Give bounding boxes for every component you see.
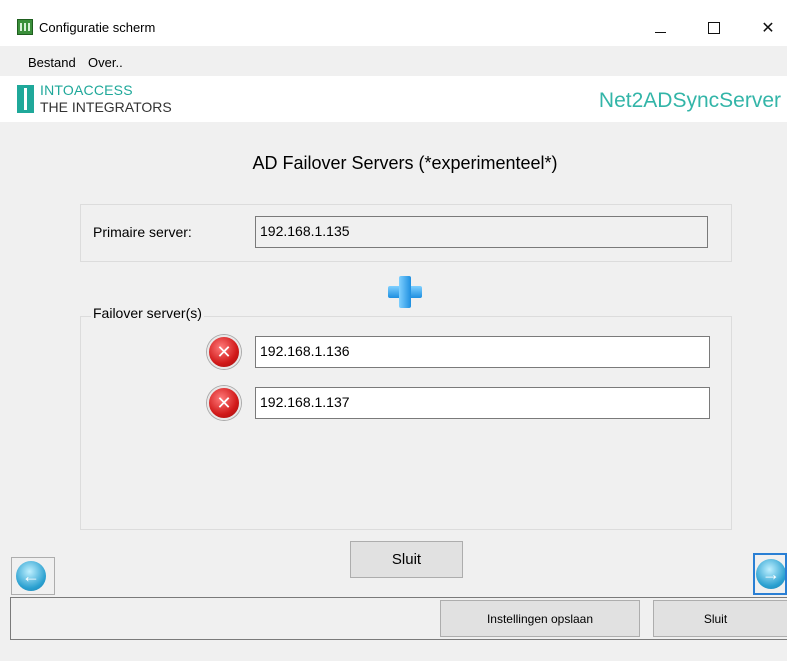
menu-item-over[interactable]: Over.. [88, 55, 123, 70]
maximize-button[interactable] [691, 10, 737, 46]
close-button-bottom[interactable]: Sluit [653, 600, 787, 637]
minimize-icon [654, 31, 666, 33]
failover-row: ✕ 192.168.1.137 [207, 386, 711, 420]
app-grid-icon [17, 19, 33, 35]
failover-legend: Failover server(s) [91, 305, 204, 321]
back-button[interactable]: ← [11, 557, 55, 595]
failover-server-field[interactable]: 192.168.1.137 [255, 387, 710, 419]
primary-server-group: Primaire server: 192.168.1.135 [80, 204, 732, 262]
remove-icon[interactable]: ✕ [207, 335, 241, 369]
title-bar: Configuratie scherm ✕ [0, 0, 787, 46]
menu-item-bestand[interactable]: Bestand [28, 55, 76, 70]
page-title: AD Failover Servers (*experimenteel*) [252, 153, 558, 173]
maximize-icon [708, 22, 720, 34]
failover-row: ✕ 192.168.1.136 [207, 335, 711, 369]
close-dialog-button[interactable]: Sluit [350, 541, 463, 578]
menu-bar: Bestand Over.. [0, 46, 787, 76]
save-settings-button[interactable]: Instellingen opslaan [440, 600, 640, 637]
forward-button[interactable]: → [753, 553, 787, 595]
logo-line1: INTOACCESS [40, 82, 133, 98]
header-band: INTOACCESS THE INTEGRATORS Net2ADSyncSer… [0, 76, 787, 122]
primary-server-field[interactable]: 192.168.1.135 [255, 216, 708, 248]
logo-line2: THE INTEGRATORS [40, 99, 172, 115]
failover-server-field[interactable]: 192.168.1.136 [255, 336, 710, 368]
remove-icon[interactable]: ✕ [207, 386, 241, 420]
close-button[interactable]: ✕ [745, 10, 787, 46]
window-title: Configuratie scherm [39, 20, 156, 35]
close-icon: ✕ [761, 20, 775, 37]
primary-server-label: Primaire server: [93, 224, 192, 240]
add-failover-button[interactable] [388, 276, 422, 308]
arrow-right-icon: → [756, 559, 785, 589]
product-name: Net2ADSyncServer [598, 89, 781, 112]
intoaccess-logo-icon [17, 85, 34, 113]
arrow-left-icon: ← [16, 561, 46, 591]
minimize-button[interactable] [637, 10, 683, 46]
